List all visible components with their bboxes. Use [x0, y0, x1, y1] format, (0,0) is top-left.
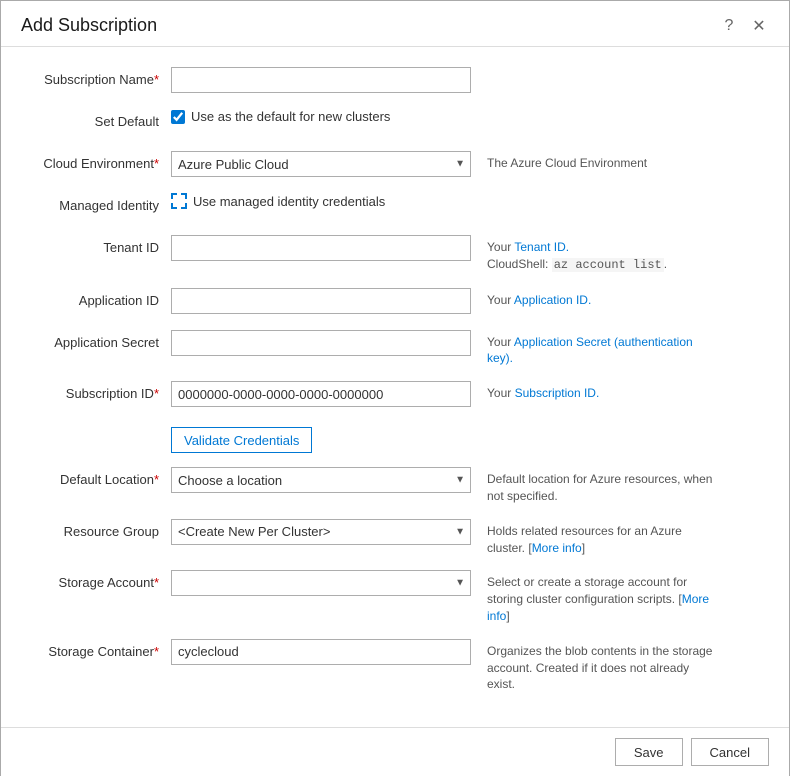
application-id-input[interactable]	[171, 288, 471, 314]
storage-container-control	[171, 639, 471, 665]
tenant-id-code: az account list	[552, 258, 664, 272]
resource-group-select[interactable]: <Create New Per Cluster>	[171, 519, 471, 545]
default-location-select-wrapper: Choose a location East US West US West E…	[171, 467, 471, 493]
storage-account-row: Storage Account* ▼ Select or create a st…	[31, 570, 759, 624]
validate-credentials-spacer	[31, 423, 171, 428]
dialog-footer: Save Cancel	[1, 727, 789, 776]
storage-container-input[interactable]	[171, 639, 471, 665]
managed-identity-checkbox-icon	[171, 193, 187, 209]
resource-group-select-wrapper: <Create New Per Cluster> ▼	[171, 519, 471, 545]
tenant-id-help: Your Tenant ID. CloudShell: az account l…	[487, 235, 667, 274]
set-default-checkbox[interactable]	[171, 110, 185, 124]
set-default-checkbox-label[interactable]: Use as the default for new clusters	[171, 109, 390, 124]
resource-group-control: <Create New Per Cluster> ▼	[171, 519, 471, 545]
storage-account-more-info-link[interactable]: More info	[487, 592, 709, 623]
close-icon[interactable]: ✕	[749, 16, 769, 36]
cloud-environment-control: Azure Public Cloud Azure Government Clou…	[171, 151, 471, 177]
validate-credentials-row: Validate Credentials	[31, 423, 759, 453]
storage-account-select-wrapper: ▼	[171, 570, 471, 596]
cloud-environment-label: Cloud Environment*	[31, 151, 171, 171]
cloud-environment-select-wrapper: Azure Public Cloud Azure Government Clou…	[171, 151, 471, 177]
tenant-id-control	[171, 235, 471, 261]
application-secret-link[interactable]: Application Secret (authentication key).	[487, 335, 693, 366]
default-location-help: Default location for Azure resources, wh…	[487, 467, 717, 505]
resource-group-more-info-link[interactable]: More info	[532, 541, 582, 555]
default-location-control: Choose a location East US West US West E…	[171, 467, 471, 493]
subscription-name-row: Subscription Name*	[31, 67, 759, 95]
tenant-id-input[interactable]	[171, 235, 471, 261]
set-default-row: Set Default Use as the default for new c…	[31, 109, 759, 137]
help-icon[interactable]: ?	[719, 16, 739, 36]
storage-account-help: Select or create a storage account for s…	[487, 570, 717, 624]
default-location-label: Default Location*	[31, 467, 171, 487]
subscription-id-link[interactable]: Subscription ID.	[515, 386, 600, 400]
cloud-environment-select[interactable]: Azure Public Cloud Azure Government Clou…	[171, 151, 471, 177]
storage-account-control: ▼	[171, 570, 471, 596]
application-secret-help: Your Application Secret (authentication …	[487, 330, 717, 368]
storage-container-label: Storage Container*	[31, 639, 171, 659]
dialog-header: Add Subscription ? ✕	[1, 1, 789, 47]
managed-identity-row: Managed Identity Use managed identity cr…	[31, 193, 759, 221]
set-default-label: Set Default	[31, 109, 171, 129]
dialog-body: Subscription Name* Set Default Use as th…	[1, 47, 789, 727]
application-id-row: Application ID Your Application ID.	[31, 288, 759, 316]
storage-container-row: Storage Container* Organizes the blob co…	[31, 639, 759, 693]
cloud-environment-help: The Azure Cloud Environment	[487, 151, 647, 172]
managed-identity-checkbox-label[interactable]: Use managed identity credentials	[171, 193, 385, 209]
managed-identity-label: Managed Identity	[31, 193, 171, 213]
application-secret-control	[171, 330, 471, 356]
tenant-id-link[interactable]: Tenant ID.	[514, 240, 569, 254]
resource-group-label: Resource Group	[31, 519, 171, 539]
resource-group-help: Holds related resources for an Azure clu…	[487, 519, 717, 557]
subscription-id-row: Subscription ID* Your Subscription ID.	[31, 381, 759, 409]
cloud-environment-row: Cloud Environment* Azure Public Cloud Az…	[31, 151, 759, 179]
tenant-id-label: Tenant ID	[31, 235, 171, 255]
subscription-id-help: Your Subscription ID.	[487, 381, 599, 402]
application-id-link[interactable]: Application ID.	[514, 293, 591, 307]
resource-group-row: Resource Group <Create New Per Cluster> …	[31, 519, 759, 557]
save-button[interactable]: Save	[615, 738, 683, 766]
set-default-control: Use as the default for new clusters	[171, 109, 390, 124]
set-default-text: Use as the default for new clusters	[191, 109, 390, 124]
application-secret-label: Application Secret	[31, 330, 171, 350]
application-secret-row: Application Secret Your Application Secr…	[31, 330, 759, 368]
validate-credentials-control: Validate Credentials	[171, 423, 312, 453]
subscription-name-input[interactable]	[171, 67, 471, 93]
subscription-name-label: Subscription Name*	[31, 67, 171, 87]
storage-container-help: Organizes the blob contents in the stora…	[487, 639, 717, 693]
default-location-select[interactable]: Choose a location East US West US West E…	[171, 467, 471, 493]
subscription-name-control	[171, 67, 471, 93]
storage-account-select[interactable]	[171, 570, 471, 596]
header-icons: ? ✕	[719, 16, 769, 36]
subscription-id-label: Subscription ID*	[31, 381, 171, 401]
default-location-row: Default Location* Choose a location East…	[31, 467, 759, 505]
dialog-title: Add Subscription	[21, 15, 157, 36]
application-id-help: Your Application ID.	[487, 288, 591, 309]
application-secret-input[interactable]	[171, 330, 471, 356]
storage-account-label: Storage Account*	[31, 570, 171, 590]
tenant-id-row: Tenant ID Your Tenant ID. CloudShell: az…	[31, 235, 759, 274]
subscription-id-input[interactable]	[171, 381, 471, 407]
managed-identity-text: Use managed identity credentials	[193, 194, 385, 209]
managed-identity-control: Use managed identity credentials	[171, 193, 385, 209]
subscription-id-control	[171, 381, 471, 407]
validate-credentials-button[interactable]: Validate Credentials	[171, 427, 312, 453]
add-subscription-dialog: Add Subscription ? ✕ Subscription Name* …	[0, 0, 790, 776]
application-id-label: Application ID	[31, 288, 171, 308]
cancel-button[interactable]: Cancel	[691, 738, 769, 766]
application-id-control	[171, 288, 471, 314]
